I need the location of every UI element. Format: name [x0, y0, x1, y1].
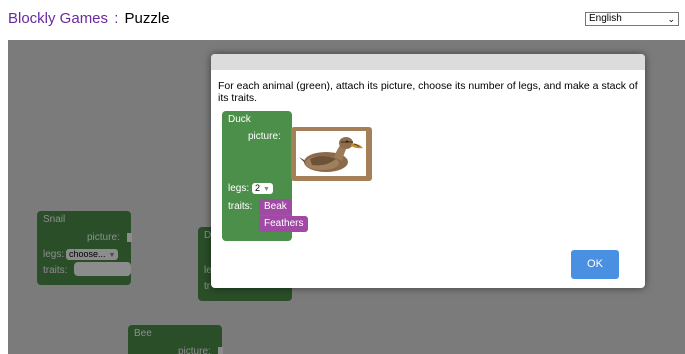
duck-traits-label: traits:	[228, 201, 253, 212]
dialog-title-bar	[211, 54, 645, 70]
title-separator: :	[114, 10, 119, 27]
trait-block-feathers: Feathers	[259, 216, 309, 232]
help-dialog: For each animal (green), attach its pict…	[211, 54, 645, 288]
trait-beak-label: Beak	[264, 201, 287, 212]
chevron-down-icon: ⌄	[667, 14, 675, 24]
dropdown-arrow-icon: ▼	[263, 186, 270, 193]
page-title: Puzzle	[124, 10, 170, 27]
dialog-instructions: For each animal (green), attach its pict…	[218, 80, 638, 104]
header: Blockly Games : Puzzle English ⌄	[0, 0, 685, 40]
duck-picture-block	[291, 127, 372, 181]
language-value: English	[589, 13, 622, 24]
duck-legs-dropdown: 2 ▼	[252, 183, 273, 194]
app-title: Blockly Games : Puzzle	[8, 10, 170, 27]
trait-block-beak: Beak	[259, 199, 292, 215]
duck-photo	[296, 131, 366, 176]
ok-button[interactable]: OK	[571, 250, 619, 279]
duck-image	[296, 131, 366, 176]
duck-legs-value: 2	[255, 183, 261, 193]
language-select[interactable]: English ⌄	[585, 12, 679, 26]
trait-feathers-label: Feathers	[264, 218, 304, 229]
duck-legs-label: legs:	[228, 183, 250, 194]
duck-picture-label: picture:	[248, 131, 281, 142]
duck-name: Duck	[228, 114, 251, 125]
brand-link[interactable]: Blockly Games	[8, 10, 108, 27]
